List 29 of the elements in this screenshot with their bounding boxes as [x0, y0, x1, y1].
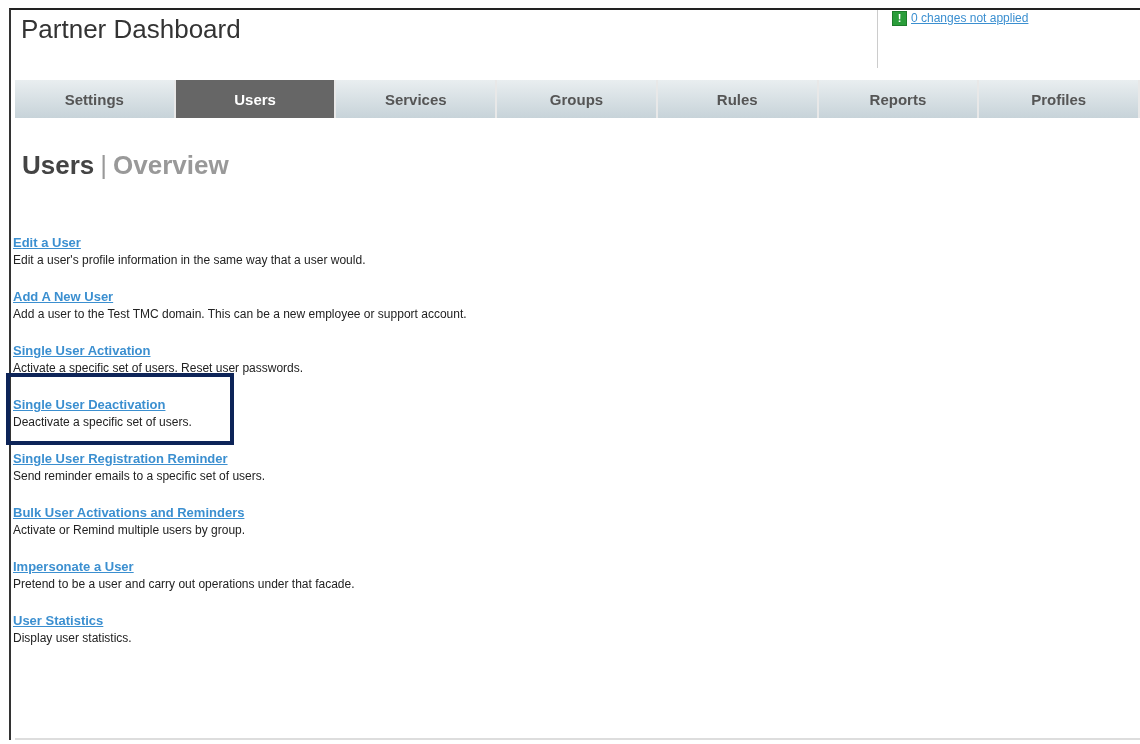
item-link[interactable]: Impersonate a User: [13, 559, 134, 574]
nav-tab[interactable]: Users: [175, 80, 337, 118]
page-heading: Overview: [113, 150, 229, 181]
item-description: Add a user to the Test TMC domain. This can be a new employee or support account.: [13, 307, 467, 321]
nav-tab[interactable]: Groups: [497, 80, 658, 118]
item-description: Display user statistics.: [13, 631, 132, 645]
item-link[interactable]: Single User Activation: [13, 343, 151, 358]
nav-tab[interactable]: Reports: [818, 80, 980, 118]
item-link[interactable]: Add A New User: [13, 289, 114, 304]
item-description: Activate a specific set of users. Reset user passwords.: [13, 361, 304, 375]
warning-icon: !: [892, 11, 907, 26]
item-link[interactable]: User Statistics: [13, 613, 104, 628]
nav-tab[interactable]: Profiles: [979, 80, 1140, 118]
item-description: Deactivate a specific set of users.: [13, 415, 192, 429]
item-description: Edit a user's profile information in the same way that a user would.: [13, 253, 366, 267]
heading-separator: |: [100, 150, 108, 181]
item-description: Pretend to be a user and carry out operations under that facade.: [13, 577, 355, 591]
nav-tab[interactable]: Services: [336, 80, 498, 118]
item-description: Activate or Remind multiple users by group.: [13, 523, 246, 537]
changes-link[interactable]: 0 changes not applied: [911, 11, 1029, 25]
nav-tab[interactable]: Rules: [657, 80, 819, 118]
item-link[interactable]: Edit a User: [13, 235, 81, 250]
item-link[interactable]: Single User Registration Reminder: [13, 451, 228, 466]
item-link[interactable]: Single User Deactivation: [13, 397, 166, 412]
section-heading: Users: [22, 150, 95, 181]
page-title: Partner Dashboard: [20, 13, 242, 46]
nav-tab[interactable]: Settings: [15, 80, 176, 118]
item-link[interactable]: Bulk User Activations and Reminders: [13, 505, 245, 520]
item-description: Send reminder emails to a specific set of users.: [13, 469, 266, 483]
